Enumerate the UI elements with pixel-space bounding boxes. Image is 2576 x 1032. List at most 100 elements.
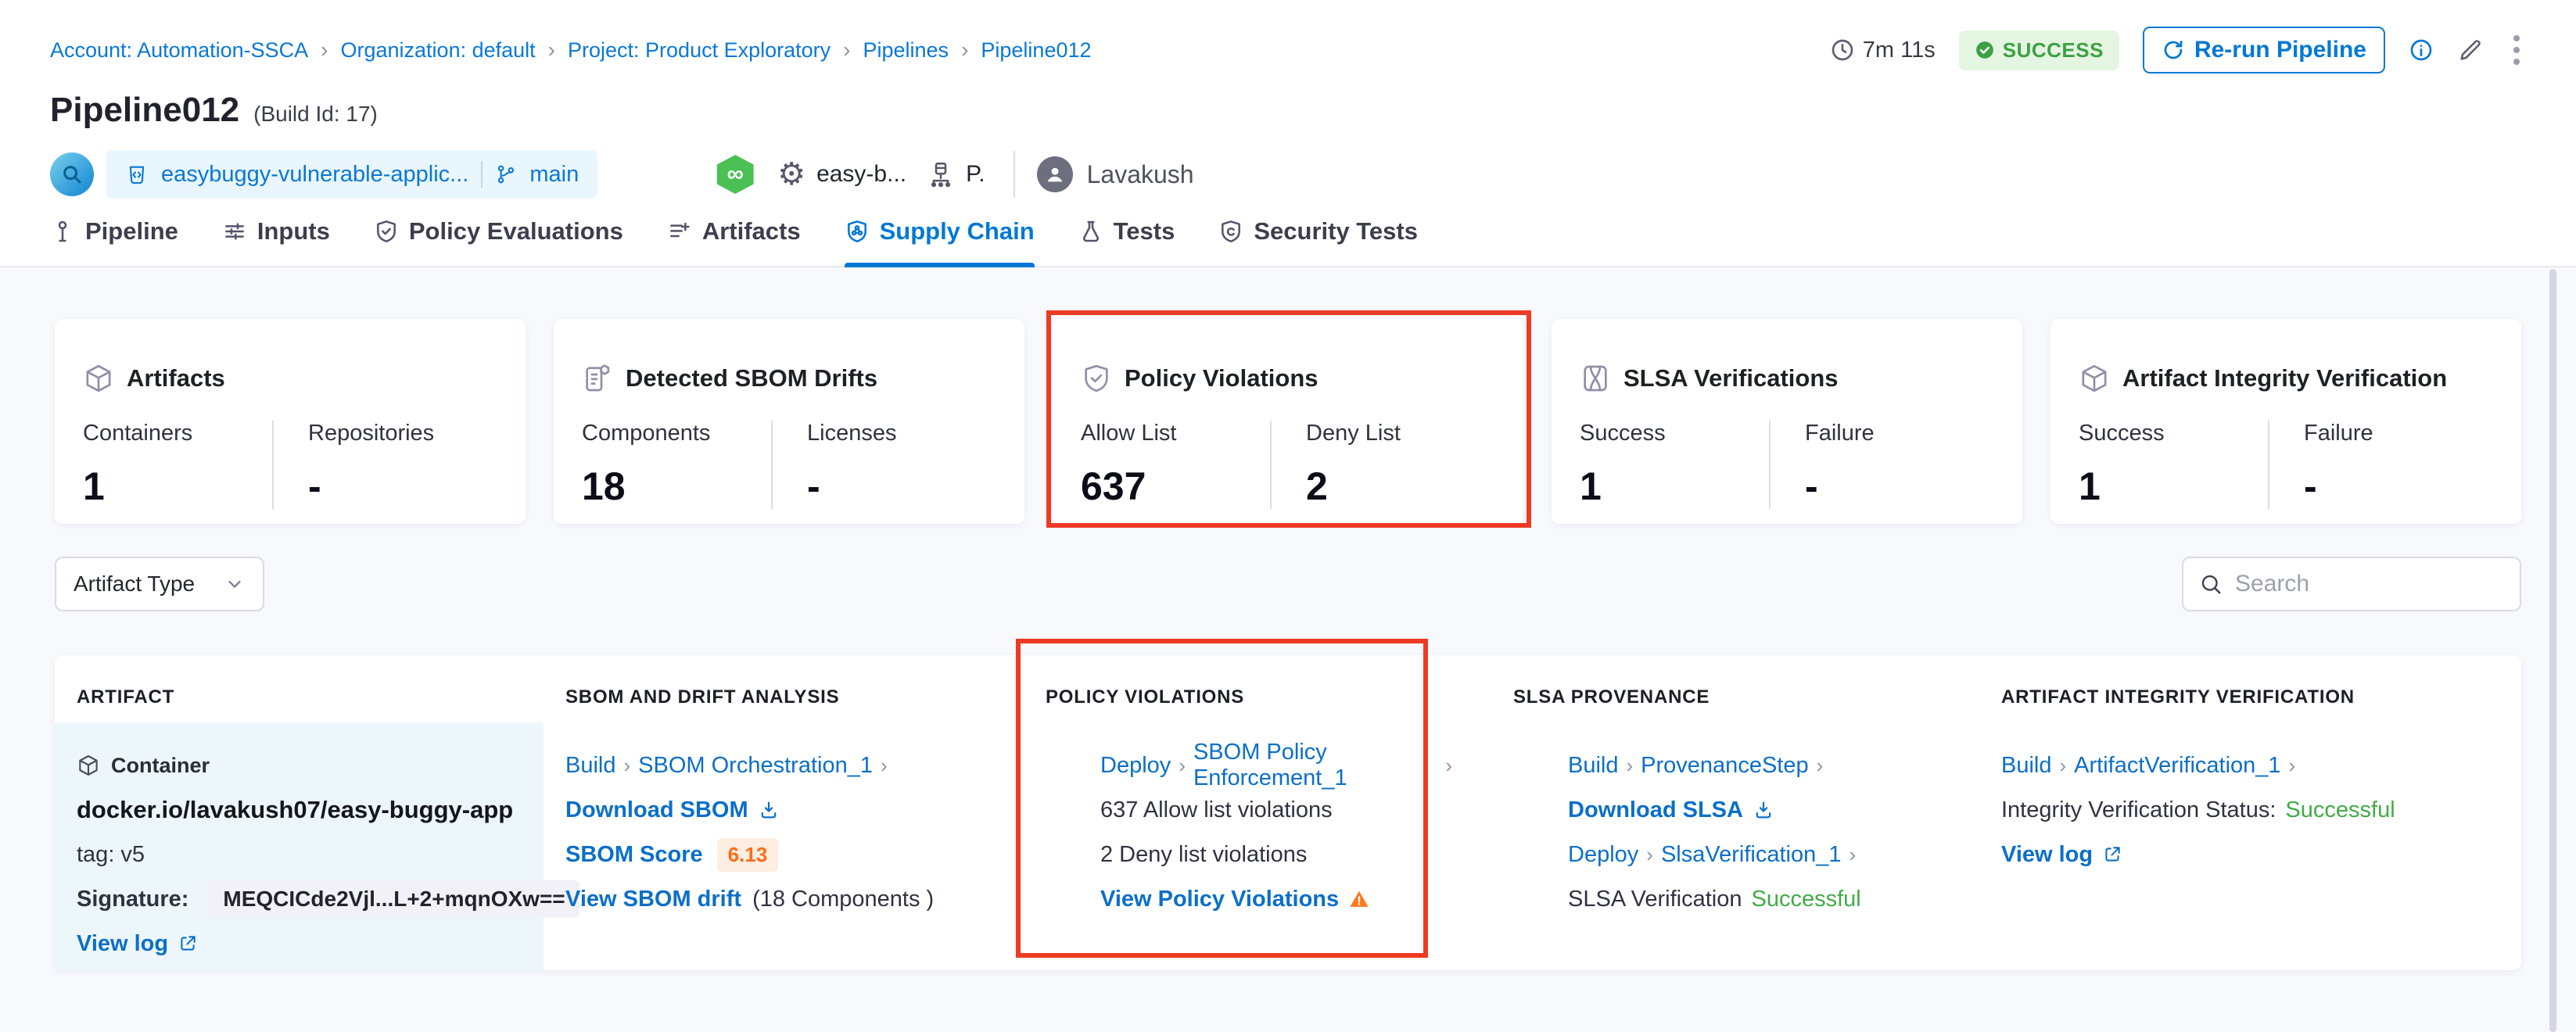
repo-name[interactable]: easybuggy-vulnerable-applic... xyxy=(161,162,468,188)
slsa-cell: Build › ProvenanceStep › Download SLSA D… xyxy=(1568,752,1990,930)
breadcrumb-account[interactable]: Account: Automation-SSCA xyxy=(50,38,308,63)
execution-trigger-icon xyxy=(50,152,94,196)
stage-link[interactable]: Deploy xyxy=(1100,753,1171,779)
tab-policy-evaluations[interactable]: Policy Evaluations xyxy=(374,217,623,266)
download-sbom-link[interactable]: Download SBOM xyxy=(565,797,748,823)
tab-artifacts[interactable]: Artifacts xyxy=(667,217,801,266)
step-link[interactable]: SBOM Orchestration_1 xyxy=(638,753,873,779)
stage-link[interactable]: Deploy xyxy=(1568,842,1638,868)
chevron-separator: › xyxy=(881,754,888,778)
artifact-type-dropdown[interactable]: Artifact Type xyxy=(55,557,264,611)
stat-value: 637 xyxy=(1081,464,1270,509)
step-link[interactable]: SBOM Policy Enforcement_1 xyxy=(1193,740,1437,791)
meta-row: easybuggy-vulnerable-applic... main ∞ ⚙ … xyxy=(50,150,2526,199)
breadcrumb-organization[interactable]: Organization: default xyxy=(341,38,536,63)
chevron-separator: › xyxy=(1445,754,1452,778)
pipeline-icon xyxy=(50,219,75,244)
vertical-scrollbar[interactable] xyxy=(2549,269,2556,1032)
step-link[interactable]: SlsaVerification_1 xyxy=(1661,842,1842,868)
search-input[interactable] xyxy=(2235,571,2504,597)
tab-supply-chain[interactable]: Supply Chain xyxy=(845,217,1035,266)
stat-label: Success xyxy=(1580,421,1769,446)
view-log-link[interactable]: View log xyxy=(77,931,168,957)
breadcrumb-project[interactable]: Project: Product Exploratory xyxy=(568,38,831,63)
artifacts-table: ARTIFACT SBOM AND DRIFT ANALYSIS POLICY … xyxy=(55,655,2521,970)
sbom-cell: Build › SBOM Orchestration_1 › Download … xyxy=(565,752,1003,930)
tab-security-tests[interactable]: Security Tests xyxy=(1218,217,1418,266)
tab-label: Supply Chain xyxy=(880,217,1035,245)
duration-text: 7m 11s xyxy=(1863,38,1936,63)
policy-violations-cell: Deploy › SBOM Policy Enforcement_1 › 637… xyxy=(1100,752,1460,930)
artifact-tag: tag: v5 xyxy=(77,841,530,868)
check-circle-icon xyxy=(1975,40,1995,60)
repo-branch-pill[interactable]: easybuggy-vulnerable-applic... main xyxy=(106,150,597,199)
clock-icon xyxy=(1830,38,1855,63)
column-header-slsa: SLSA PROVENANCE xyxy=(1513,686,1710,708)
stat-label: Success xyxy=(2079,421,2268,446)
stat-failure: Failure - xyxy=(1769,421,1994,509)
download-slsa-link[interactable]: Download SLSA xyxy=(1568,797,1743,823)
service-short-name: P. xyxy=(966,161,985,188)
breadcrumb-separator: › xyxy=(321,38,328,63)
edit-pencil-icon[interactable] xyxy=(2457,37,2484,63)
header-actions: 7m 11s SUCCESS Re-run Pipeline xyxy=(1830,27,2526,73)
stat-value: 1 xyxy=(83,464,272,509)
slsa-status-value: Successful xyxy=(1751,887,1860,912)
header: Account: Automation-SSCA › Organization:… xyxy=(0,0,2576,267)
sbom-score-label[interactable]: SBOM Score xyxy=(565,842,703,868)
stat-deny-list: Deny List 2 xyxy=(1270,421,1495,509)
stage-link[interactable]: Build xyxy=(2001,753,2052,779)
column-header-artifact: ARTIFACT xyxy=(77,686,174,708)
view-log-link[interactable]: View log xyxy=(2001,842,2093,868)
security-shield-icon xyxy=(1218,219,1243,244)
stat-repositories: Repositories - xyxy=(272,421,497,509)
sbom-score-row: SBOM Score 6.13 xyxy=(565,841,1003,868)
title-row: Pipeline012 (Build Id: 17) xyxy=(50,91,2526,130)
chevron-separator: › xyxy=(624,754,631,778)
tab-inputs[interactable]: Inputs xyxy=(222,217,330,266)
stat-label: Repositories xyxy=(308,421,497,446)
chevron-separator: › xyxy=(1849,843,1856,867)
breadcrumb-separator: › xyxy=(843,38,850,63)
artifact-image-name: docker.io/lavakush07/easy-buggy-app xyxy=(77,797,530,823)
execution-duration: 7m 11s xyxy=(1830,38,1936,63)
signature-value[interactable]: MEQCICde2Vjl...L+2+mqnOXw== xyxy=(209,880,579,918)
stat-value: - xyxy=(1805,464,1994,509)
breadcrumb-pipeline012[interactable]: Pipeline012 xyxy=(981,38,1091,63)
card-title: Artifacts xyxy=(127,364,225,392)
breadcrumb-pipelines[interactable]: Pipelines xyxy=(863,38,949,63)
stat-containers: Containers 1 xyxy=(83,421,272,509)
repository-icon xyxy=(125,163,149,186)
step-link[interactable]: ProvenanceStep xyxy=(1641,753,1808,779)
tab-pipeline[interactable]: Pipeline xyxy=(50,217,178,266)
step-link[interactable]: ArtifactVerification_1 xyxy=(2074,753,2280,779)
stat-value: 18 xyxy=(582,464,771,509)
stage-link[interactable]: Build xyxy=(1568,753,1619,779)
stage-link[interactable]: Build xyxy=(565,753,616,779)
view-sbom-drift-link[interactable]: View SBOM drift xyxy=(565,887,741,912)
harness-trigger-icon: ∞ xyxy=(715,155,755,194)
card-title: Artifact Integrity Verification xyxy=(2122,364,2447,392)
rerun-pipeline-button[interactable]: Re-run Pipeline xyxy=(2143,27,2385,73)
branch-name[interactable]: main xyxy=(529,162,579,188)
tab-tests[interactable]: Tests xyxy=(1078,217,1175,266)
filter-row: Artifact Type xyxy=(55,557,2521,611)
view-policy-violations-row: View Policy Violations xyxy=(1100,886,1460,912)
search-icon xyxy=(2199,572,2223,596)
search-box xyxy=(2182,557,2521,611)
stat-success: Success 1 xyxy=(2079,421,2268,509)
infinity-glyph: ∞ xyxy=(727,161,744,188)
slsa-step-breadcrumb: Build › ProvenanceStep › xyxy=(1568,752,1990,779)
artifact-signature-row: Signature: MEQCICde2Vjl...L+2+mqnOXw== xyxy=(77,886,530,912)
column-header-integrity: ARTIFACT INTEGRITY VERIFICATION xyxy=(2001,686,2355,708)
slsa-verification-status-row: SLSA Verification Successful xyxy=(1568,886,1990,912)
stat-label: Failure xyxy=(1805,421,1994,446)
service-icon xyxy=(927,160,955,188)
download-icon xyxy=(1753,799,1774,821)
stat-failure: Failure - xyxy=(2268,421,2493,509)
more-options-icon[interactable] xyxy=(2507,32,2526,68)
info-icon[interactable] xyxy=(2409,38,2434,63)
stat-value: 1 xyxy=(1580,464,1769,509)
card-title: Policy Violations xyxy=(1125,364,1318,392)
view-policy-violations-link[interactable]: View Policy Violations xyxy=(1100,887,1339,912)
